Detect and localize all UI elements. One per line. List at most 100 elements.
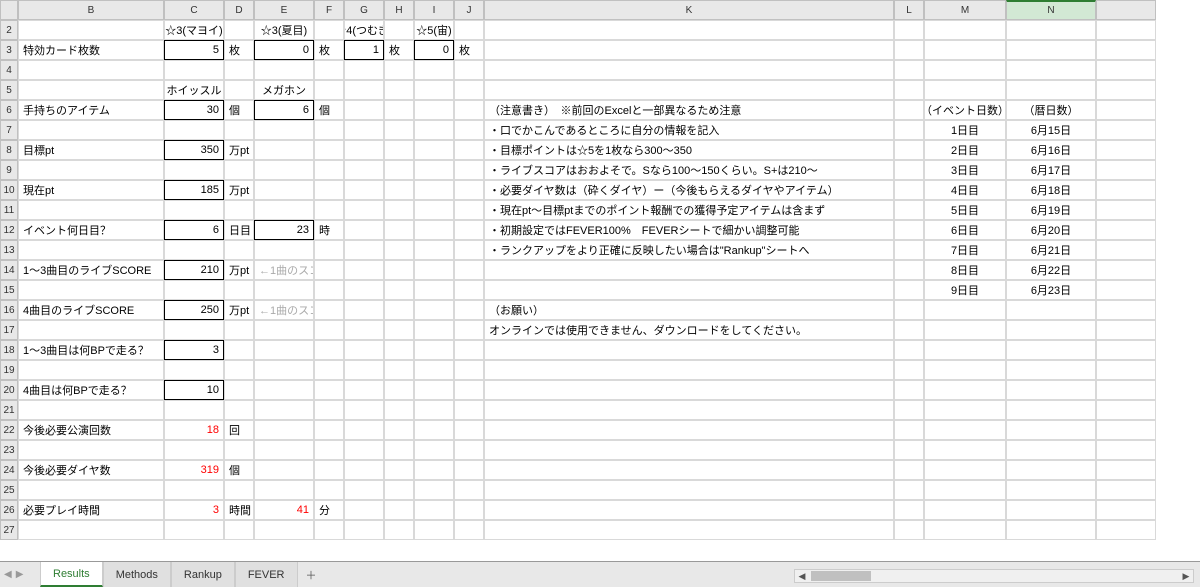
empty-cell[interactable]	[484, 440, 894, 460]
empty-cell[interactable]	[414, 440, 454, 460]
empty-cell[interactable]	[414, 500, 454, 520]
empty-cell[interactable]	[894, 80, 924, 100]
empty-cell[interactable]	[18, 280, 164, 300]
row-header-27[interactable]: 27	[0, 520, 18, 540]
empty-cell[interactable]	[254, 400, 314, 420]
tab-rankup[interactable]: Rankup	[171, 562, 235, 587]
row-header-14[interactable]: 14	[0, 260, 18, 280]
megaphone-input[interactable]: 6	[254, 100, 314, 120]
scroll-right-icon[interactable]: ▶	[1179, 571, 1193, 582]
empty-cell[interactable]	[254, 520, 314, 540]
empty-cell[interactable]	[384, 200, 414, 220]
empty-cell[interactable]	[344, 500, 384, 520]
row-header-5[interactable]: 5	[0, 80, 18, 100]
tab-prev-icon[interactable]: ◀	[4, 569, 12, 580]
empty-cell[interactable]	[924, 320, 1006, 340]
empty-cell[interactable]	[254, 60, 314, 80]
empty-cell[interactable]	[18, 320, 164, 340]
empty-cell[interactable]	[924, 340, 1006, 360]
empty-cell[interactable]	[414, 260, 454, 280]
tab-fever[interactable]: FEVER	[235, 562, 298, 587]
day-input[interactable]: 6	[164, 220, 224, 240]
empty-cell[interactable]	[894, 60, 924, 80]
horizontal-scrollbar[interactable]: ◀ ▶	[794, 569, 1194, 583]
empty-cell[interactable]	[314, 260, 344, 280]
empty-cell[interactable]	[18, 120, 164, 140]
tab-next-icon[interactable]: ▶	[16, 569, 24, 580]
empty-cell[interactable]	[254, 340, 314, 360]
empty-cell[interactable]	[1096, 340, 1156, 360]
empty-cell[interactable]	[414, 340, 454, 360]
empty-cell[interactable]	[314, 520, 344, 540]
empty-cell[interactable]	[164, 240, 224, 260]
empty-cell[interactable]	[314, 80, 344, 100]
empty-cell[interactable]	[414, 140, 454, 160]
empty-cell[interactable]	[1096, 220, 1156, 240]
empty-cell[interactable]	[894, 300, 924, 320]
empty-cell[interactable]	[484, 280, 894, 300]
col-header-D[interactable]: D	[224, 0, 254, 20]
empty-cell[interactable]	[454, 100, 484, 120]
empty-cell[interactable]	[1006, 400, 1096, 420]
empty-cell[interactable]	[384, 160, 414, 180]
empty-cell[interactable]	[414, 420, 454, 440]
empty-cell[interactable]	[454, 320, 484, 340]
empty-cell[interactable]	[1006, 320, 1096, 340]
empty-cell[interactable]	[254, 280, 314, 300]
empty-cell[interactable]	[1006, 440, 1096, 460]
empty-cell[interactable]	[454, 220, 484, 240]
empty-cell[interactable]	[344, 460, 384, 480]
empty-cell[interactable]	[484, 80, 894, 100]
empty-cell[interactable]	[344, 240, 384, 260]
empty-cell[interactable]	[1096, 520, 1156, 540]
score4-input[interactable]: 250	[164, 300, 224, 320]
empty-cell[interactable]	[344, 520, 384, 540]
empty-cell[interactable]	[1096, 100, 1156, 120]
empty-cell[interactable]	[414, 360, 454, 380]
row-header-25[interactable]: 25	[0, 480, 18, 500]
empty-cell[interactable]	[384, 260, 414, 280]
empty-cell[interactable]	[1006, 360, 1096, 380]
empty-cell[interactable]	[894, 440, 924, 460]
col-header-H[interactable]: H	[384, 0, 414, 20]
empty-cell[interactable]	[484, 520, 894, 540]
empty-cell[interactable]	[254, 420, 314, 440]
empty-cell[interactable]	[164, 60, 224, 80]
empty-cell[interactable]	[164, 280, 224, 300]
empty-cell[interactable]	[314, 300, 344, 320]
empty-cell[interactable]	[1096, 300, 1156, 320]
empty-cell[interactable]	[384, 60, 414, 80]
col-header-N[interactable]: N	[1006, 0, 1096, 20]
empty-cell[interactable]	[894, 200, 924, 220]
empty-cell[interactable]	[1096, 320, 1156, 340]
empty-cell[interactable]	[314, 400, 344, 420]
empty-cell[interactable]	[454, 340, 484, 360]
empty-cell[interactable]	[384, 300, 414, 320]
empty-cell[interactable]	[1096, 240, 1156, 260]
empty-cell[interactable]	[454, 460, 484, 480]
empty-cell[interactable]	[924, 300, 1006, 320]
empty-cell[interactable]	[344, 160, 384, 180]
empty-cell[interactable]	[384, 440, 414, 460]
empty-cell[interactable]	[454, 20, 484, 40]
empty-cell[interactable]	[484, 340, 894, 360]
empty-cell[interactable]	[18, 60, 164, 80]
empty-cell[interactable]	[18, 520, 164, 540]
empty-cell[interactable]	[164, 440, 224, 460]
empty-cell[interactable]	[224, 160, 254, 180]
empty-cell[interactable]	[894, 500, 924, 520]
empty-cell[interactable]	[414, 120, 454, 140]
row-header-22[interactable]: 22	[0, 420, 18, 440]
empty-cell[interactable]	[18, 80, 164, 100]
empty-cell[interactable]	[384, 340, 414, 360]
empty-cell[interactable]	[1096, 380, 1156, 400]
empty-cell[interactable]	[484, 260, 894, 280]
empty-cell[interactable]	[314, 240, 344, 260]
empty-cell[interactable]	[414, 180, 454, 200]
star4-input[interactable]: 1	[344, 40, 384, 60]
empty-cell[interactable]	[924, 60, 1006, 80]
empty-cell[interactable]	[344, 440, 384, 460]
empty-cell[interactable]	[344, 360, 384, 380]
row-header-6[interactable]: 6	[0, 100, 18, 120]
empty-cell[interactable]	[1096, 40, 1156, 60]
